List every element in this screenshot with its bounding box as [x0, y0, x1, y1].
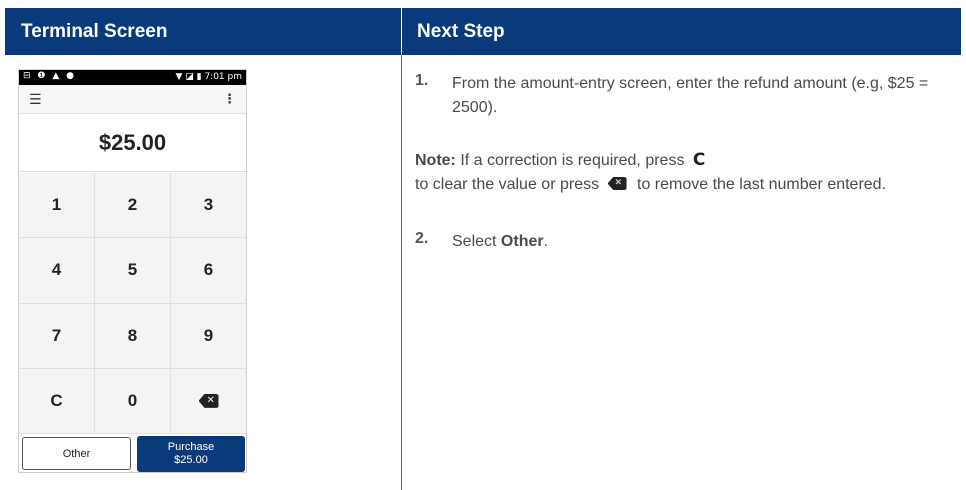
keypad: 1 2 3 4 5 6 7 8 9 C 0: [19, 173, 246, 434]
note: Note: If a correction is required, press…: [415, 148, 955, 197]
header-divider: [401, 8, 402, 55]
note-text-1: If a correction is required, press: [460, 152, 685, 169]
key-6[interactable]: 6: [171, 238, 246, 304]
step-2-prefix: Select: [452, 233, 497, 250]
key-1[interactable]: 1: [19, 173, 95, 239]
header-next-step: Next Step: [417, 21, 505, 42]
action-buttons: Other Purchase $25.00: [19, 436, 246, 472]
backspace-icon: [198, 393, 219, 408]
step-2-suffix: .: [543, 233, 549, 250]
purchase-label: Purchase: [167, 441, 215, 453]
purchase-amount: $25.00: [174, 454, 208, 466]
key-0[interactable]: 0: [95, 368, 171, 434]
more-vertical-icon[interactable]: ⋮: [223, 92, 236, 107]
status-bar: ⊟ ❶ ▲ ● ▼ ◪ ▮ 7:01 pm: [19, 70, 246, 85]
column-divider: [401, 55, 402, 490]
step-2-option: Other: [500, 233, 544, 250]
step-1-text: From the amount-entry screen, enter the …: [452, 75, 929, 116]
backspace-icon: [607, 177, 627, 190]
key-9[interactable]: 9: [171, 303, 246, 369]
step-2-number: 2.: [415, 230, 429, 247]
key-7[interactable]: 7: [19, 303, 95, 369]
key-clear[interactable]: C: [19, 368, 95, 434]
key-5[interactable]: 5: [95, 238, 171, 304]
key-8[interactable]: 8: [95, 303, 171, 369]
note-label: Note:: [415, 152, 456, 169]
key-2[interactable]: 2: [95, 173, 171, 239]
key-4[interactable]: 4: [19, 238, 95, 304]
status-icons-left: ⊟ ❶ ▲ ●: [23, 71, 76, 81]
app-bar: ☰ ⋮: [19, 85, 246, 114]
header-terminal-screen: Terminal Screen: [21, 21, 168, 42]
menu-icon[interactable]: ☰: [29, 92, 42, 108]
terminal-screen: ⊟ ❶ ▲ ● ▼ ◪ ▮ 7:01 pm ☰ ⋮ $25.00 1 2 3 4…: [18, 69, 247, 473]
other-button[interactable]: Other: [22, 437, 131, 470]
clear-key-icon: C: [692, 150, 706, 170]
status-clock: ▼ ◪ ▮ 7:01 pm: [175, 72, 242, 82]
header-bar: Terminal Screen Next Step: [5, 8, 961, 55]
key-3[interactable]: 3: [171, 173, 246, 239]
note-text-2: to clear the value or press: [415, 176, 600, 193]
amount-display: $25.00: [19, 114, 246, 172]
step-1-number: 1.: [415, 72, 429, 89]
note-text-3: to remove the last number entered.: [637, 176, 887, 193]
key-backspace[interactable]: [171, 368, 246, 434]
step-2-text: Select Other.: [452, 230, 952, 254]
purchase-button[interactable]: Purchase $25.00: [137, 436, 245, 472]
